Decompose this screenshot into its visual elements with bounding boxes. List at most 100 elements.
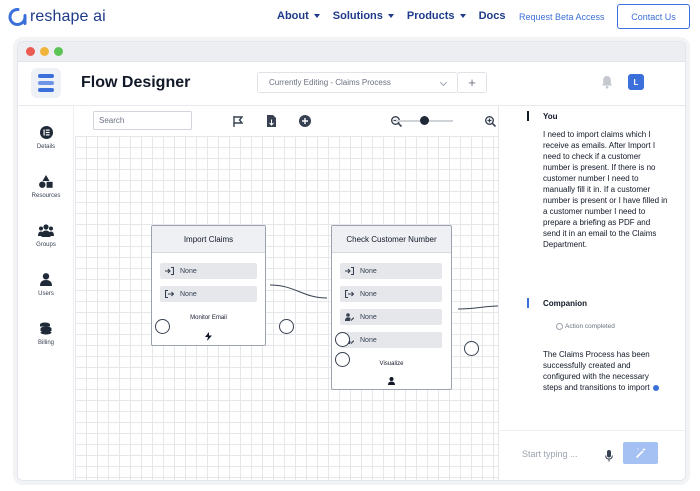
chevron-down-icon xyxy=(387,14,394,18)
resources-icon xyxy=(39,175,53,188)
user-edit-icon xyxy=(345,313,354,322)
sidebar-item-resources[interactable]: Resources xyxy=(18,175,74,199)
message-marker xyxy=(527,298,529,308)
zoom-slider-thumb[interactable] xyxy=(420,116,429,125)
chevron-down-icon xyxy=(439,78,448,87)
port-label: None xyxy=(360,336,377,344)
billing-icon xyxy=(40,322,52,335)
companion-chat-panel: You I need to import claims which I rece… xyxy=(498,106,685,480)
output-port-row[interactable]: None xyxy=(340,286,442,302)
app-logo-icon[interactable] xyxy=(31,68,61,98)
nav-products-label: Products xyxy=(406,10,455,22)
user-port-row[interactable]: None xyxy=(340,309,442,325)
window-titlebar xyxy=(18,42,685,62)
sidebar-item-label: Groups xyxy=(36,242,56,248)
canvas-toolbar: Search xyxy=(75,106,498,136)
magic-wand-icon xyxy=(635,447,646,459)
microphone-icon[interactable] xyxy=(605,449,613,467)
brand-name: reshape ai xyxy=(30,8,106,25)
process-select[interactable]: Currently Editing - Claims Process xyxy=(257,72,458,93)
typing-indicator-icon xyxy=(652,384,659,391)
magic-send-button[interactable] xyxy=(623,442,658,464)
port-label: None xyxy=(180,290,197,298)
chat-input[interactable]: Start typing ... xyxy=(522,449,578,459)
node-input-handle[interactable] xyxy=(155,319,170,334)
port-label: None xyxy=(180,267,197,275)
contact-us-button[interactable]: Contact Us xyxy=(617,4,690,29)
node-footer-label: Monitor Email xyxy=(190,315,227,321)
port-label: None xyxy=(360,313,377,321)
action-status-label: Action completed xyxy=(565,323,615,330)
add-process-button[interactable]: + xyxy=(458,72,487,93)
process-select-value: Currently Editing - Claims Process xyxy=(269,78,391,87)
port-label: None xyxy=(360,267,377,275)
sidebar-item-label: Details xyxy=(36,144,56,150)
flow-canvas[interactable]: Import Claims None None Monitor Email Ch… xyxy=(75,136,498,480)
chevron-down-icon xyxy=(459,14,466,18)
app-header: Flow Designer Currently Editing - Claims… xyxy=(18,62,685,106)
nav-products[interactable]: Products xyxy=(407,10,466,22)
nav-docs[interactable]: Docs xyxy=(479,10,506,22)
companion-name: Companion xyxy=(543,299,587,308)
export-file-icon[interactable] xyxy=(267,114,276,132)
request-beta-link[interactable]: Request Beta Access xyxy=(519,12,605,22)
user-port-row[interactable]: None xyxy=(340,332,442,348)
window-minimize-dot[interactable] xyxy=(40,47,49,56)
nav-solutions[interactable]: Solutions xyxy=(333,10,394,22)
sidebar-item-details[interactable]: Details xyxy=(18,126,74,150)
flag-icon[interactable] xyxy=(233,114,244,132)
users-icon xyxy=(40,273,52,286)
input-arrow-icon xyxy=(165,267,174,276)
nav-about-label: About xyxy=(277,10,309,22)
node-input-handle[interactable] xyxy=(335,352,350,367)
reshape-logo[interactable]: reshape ai xyxy=(8,6,106,28)
sidebar-item-groups[interactable]: Groups xyxy=(18,224,74,248)
connection-line xyxy=(269,284,328,299)
check-customer-number-node[interactable]: Check Customer Number None None None Non… xyxy=(331,225,452,390)
output-arrow-icon xyxy=(345,290,354,299)
add-node-icon[interactable] xyxy=(299,114,311,132)
user-icon xyxy=(388,372,395,390)
logo-bar xyxy=(38,81,54,85)
main-nav: About Solutions Products Docs xyxy=(277,10,518,22)
sidebar-item-billing[interactable]: Billing xyxy=(18,322,74,346)
reshape-logo-icon xyxy=(8,8,27,26)
companion-message: The Claims Process has been successfully… xyxy=(543,349,668,393)
port-label: None xyxy=(360,290,377,298)
nav-about[interactable]: About xyxy=(277,10,320,22)
user-name: You xyxy=(543,112,558,121)
sidebar-item-users[interactable]: Users xyxy=(18,273,74,297)
output-port-row[interactable]: None xyxy=(160,286,257,302)
page-title: Flow Designer xyxy=(81,74,191,91)
search-input[interactable]: Search xyxy=(93,111,192,130)
input-port-row[interactable]: None xyxy=(160,263,257,279)
window-maximize-dot[interactable] xyxy=(54,47,63,56)
app-window: Flow Designer Currently Editing - Claims… xyxy=(17,41,686,481)
node-title: Check Customer Number xyxy=(332,226,451,253)
input-port-row[interactable]: None xyxy=(340,263,442,279)
bell-icon[interactable] xyxy=(601,75,613,94)
node-output-handle[interactable] xyxy=(279,319,294,334)
site-header: reshape ai About Solutions Products Docs… xyxy=(0,0,700,36)
output-arrow-icon xyxy=(165,290,174,299)
node-input-handle[interactable] xyxy=(335,332,350,347)
nav-solutions-label: Solutions xyxy=(332,10,383,22)
lightning-icon xyxy=(205,328,212,346)
avatar[interactable]: L xyxy=(628,74,644,90)
zoom-out-icon[interactable] xyxy=(391,114,403,132)
node-title: Import Claims xyxy=(152,226,265,253)
user-message: I need to import claims which I receive … xyxy=(543,130,668,249)
details-icon xyxy=(39,126,53,139)
sidebar-item-label: Users xyxy=(38,291,54,297)
groups-icon xyxy=(38,224,54,237)
connection-line xyxy=(457,305,498,310)
sidebar: Details Resources Groups Users Billing xyxy=(18,106,74,480)
message-marker xyxy=(527,111,529,121)
node-footer-label: Visualize xyxy=(379,361,404,367)
window-close-dot[interactable] xyxy=(26,47,35,56)
node-output-handle[interactable] xyxy=(464,341,479,356)
input-arrow-icon xyxy=(345,267,354,276)
zoom-in-icon[interactable] xyxy=(485,114,497,132)
logo-bar xyxy=(38,88,54,92)
check-circle-icon xyxy=(556,323,563,330)
